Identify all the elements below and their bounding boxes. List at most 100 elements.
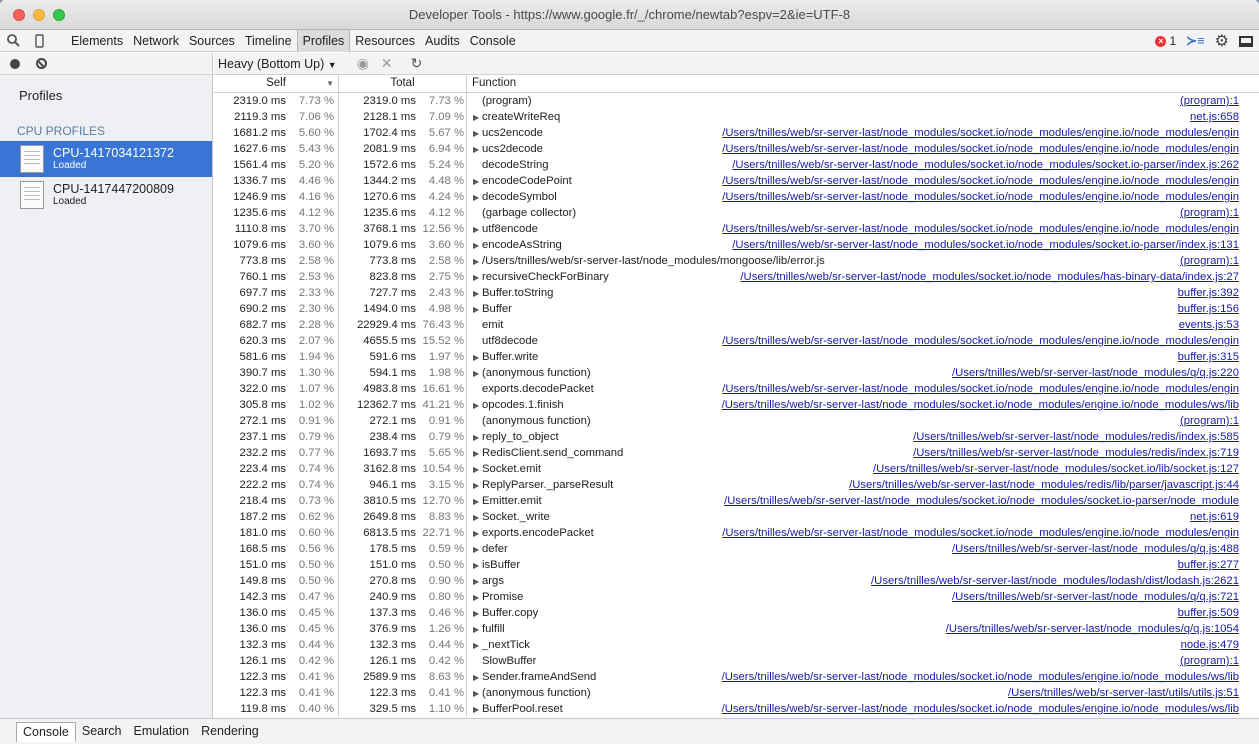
drawer-tab-emulation[interactable]: Emulation [127, 722, 195, 742]
table-row[interactable]: 168.5 ms 0.56 % 178.5 ms 0.59 % ▶ defer/Users… [214, 541, 1259, 557]
console-drawer-icon[interactable]: ≻≡ [1186, 33, 1204, 49]
source-link[interactable]: buffer.js:509 [1178, 605, 1239, 621]
tab-network[interactable]: Network [128, 30, 184, 52]
table-row[interactable]: 232.2 ms 0.77 % 1693.7 ms 5.65 % ▶ RedisClien… [214, 445, 1259, 461]
expand-triangle-icon[interactable]: ▶ [473, 702, 482, 717]
table-row[interactable]: 142.3 ms 0.47 % 240.9 ms 0.80 % ▶ Promise/Use… [214, 589, 1259, 605]
source-link[interactable]: /Users/tnilles/web/sr-server-last/node_m… [873, 461, 1239, 477]
source-link[interactable]: /Users/tnilles/web/sr-server-last/node_m… [722, 525, 1239, 541]
table-row[interactable]: 2119.3 ms 7.06 % 2128.1 ms 7.09 % ▶ createWri… [214, 109, 1259, 125]
table-row[interactable]: 218.4 ms 0.73 % 3810.5 ms 12.70 % ▶ Emitter.e… [214, 493, 1259, 509]
expand-triangle-icon[interactable]: ▶ [473, 670, 482, 685]
source-link[interactable]: /Users/tnilles/web/sr-server-last/node_m… [722, 189, 1239, 205]
expand-triangle-icon[interactable]: ▶ [473, 494, 482, 509]
source-link[interactable]: /Users/tnilles/web/sr-server-last/node_m… [913, 445, 1239, 461]
tab-audits[interactable]: Audits [420, 30, 465, 52]
expand-triangle-icon[interactable]: ▶ [473, 542, 482, 557]
table-row[interactable]: 1079.6 ms 3.60 % 1079.6 ms 3.60 % ▶ encodeAsS… [214, 237, 1259, 253]
table-row[interactable]: 1681.2 ms 5.60 % 1702.4 ms 5.67 % ▶ ucs2encod… [214, 125, 1259, 141]
table-row[interactable]: 126.1 ms 0.42 % 126.1 ms 0.42 % SlowBuffer (p… [214, 653, 1259, 669]
drawer-tab-search[interactable]: Search [76, 722, 128, 742]
table-row[interactable]: 760.1 ms 2.53 % 823.8 ms 2.75 % ▶ recursiveCh… [214, 269, 1259, 285]
expand-triangle-icon[interactable]: ▶ [473, 190, 482, 205]
source-link[interactable]: /Users/tnilles/web/sr-server-last/node_m… [913, 429, 1239, 445]
source-link[interactable]: /Users/tnilles/web/sr-server-last/node_m… [849, 477, 1239, 493]
tab-elements[interactable]: Elements [66, 30, 128, 52]
source-link[interactable]: (program):1 [1180, 205, 1239, 221]
clear-icon[interactable] [36, 58, 47, 69]
expand-triangle-icon[interactable]: ▶ [473, 430, 482, 445]
expand-triangle-icon[interactable]: ▶ [473, 174, 482, 189]
source-link[interactable]: buffer.js:277 [1178, 557, 1239, 573]
source-link[interactable]: (program):1 [1180, 653, 1239, 669]
table-row[interactable]: 132.3 ms 0.44 % 132.3 ms 0.44 % ▶ _nextTick no… [214, 637, 1259, 653]
table-row[interactable]: 187.2 ms 0.62 % 2649.8 ms 8.83 % ▶ Socket._wr… [214, 509, 1259, 525]
drawer-tab-rendering[interactable]: Rendering [195, 722, 265, 742]
table-row[interactable]: 305.8 ms 1.02 % 12362.7 ms 41.21 % ▶ opcodes.… [214, 397, 1259, 413]
source-link[interactable]: /Users/tnilles/web/sr-server-last/node_m… [952, 541, 1239, 557]
source-link[interactable]: node.js:479 [1181, 637, 1239, 653]
table-row[interactable]: 272.1 ms 0.91 % 272.1 ms 0.91 % (anonymous f… [214, 413, 1259, 429]
source-link[interactable]: buffer.js:392 [1178, 285, 1239, 301]
expand-triangle-icon[interactable]: ▶ [473, 590, 482, 605]
table-row[interactable]: 136.0 ms 0.45 % 137.3 ms 0.46 % ▶ Buffer.copy… [214, 605, 1259, 621]
source-link[interactable]: /Users/tnilles/web/sr-server-last/node_m… [722, 701, 1239, 717]
device-mode-icon[interactable] [26, 30, 52, 52]
table-row[interactable]: 682.7 ms 2.28 % 22929.4 ms 76.43 % emit event… [214, 317, 1259, 333]
expand-triangle-icon[interactable]: ▶ [473, 222, 482, 237]
table-row[interactable]: 119.8 ms 0.40 % 329.5 ms 1.10 % ▶ BufferPool.… [214, 701, 1259, 717]
tab-console[interactable]: Console [465, 30, 521, 52]
table-row[interactable]: 1110.8 ms 3.70 % 3768.1 ms 12.56 % ▶ utf8enco… [214, 221, 1259, 237]
expand-triangle-icon[interactable]: ▶ [473, 526, 482, 541]
expand-triangle-icon[interactable]: ▶ [473, 238, 482, 253]
source-link[interactable]: /Users/tnilles/web/sr-server-last/node_m… [722, 125, 1239, 141]
table-row[interactable]: 390.7 ms 1.30 % 594.1 ms 1.98 % ▶ (anonymous … [214, 365, 1259, 381]
source-link[interactable]: net.js:619 [1190, 509, 1239, 525]
expand-triangle-icon[interactable]: ▶ [473, 302, 482, 317]
view-mode-select[interactable]: Heavy (Bottom Up) ▼ [218, 57, 351, 71]
table-row[interactable]: 697.7 ms 2.33 % 727.7 ms 2.43 % ▶ Buffer.toSt… [214, 285, 1259, 301]
minimize-window-button[interactable] [33, 9, 45, 21]
table-row[interactable]: 237.1 ms 0.79 % 238.4 ms 0.79 % ▶ reply_to_ob… [214, 429, 1259, 445]
table-row[interactable]: 149.8 ms 0.50 % 270.8 ms 0.90 % ▶ args/Users/… [214, 573, 1259, 589]
source-link[interactable]: /Users/tnilles/web/sr-server-last/node_m… [952, 589, 1239, 605]
expand-triangle-icon[interactable]: ▶ [473, 558, 482, 573]
source-link[interactable]: (program):1 [1180, 253, 1239, 269]
expand-triangle-icon[interactable]: ▶ [473, 142, 482, 157]
source-link[interactable]: /Users/tnilles/web/sr-server-last/node_m… [946, 621, 1239, 637]
table-row[interactable]: 222.2 ms 0.74 % 946.1 ms 3.15 % ▶ ReplyParser… [214, 477, 1259, 493]
search-icon[interactable] [0, 30, 26, 52]
table-row[interactable]: 1336.7 ms 4.46 % 1344.2 ms 4.48 % ▶ encodeCod… [214, 173, 1259, 189]
expand-triangle-icon[interactable]: ▶ [473, 574, 482, 589]
expand-triangle-icon[interactable]: ▶ [473, 606, 482, 621]
source-link[interactable]: /Users/tnilles/web/sr-server-last/node_m… [722, 173, 1239, 189]
gear-icon[interactable]: ⚙ [1215, 31, 1229, 51]
table-row[interactable]: 581.6 ms 1.94 % 591.6 ms 1.97 % ▶ Buffer.writ… [214, 349, 1259, 365]
source-link[interactable]: /Users/tnilles/web/sr-server-last/node_m… [722, 381, 1239, 397]
reload-icon[interactable]: ↻ [411, 55, 423, 72]
table-row[interactable]: 2319.0 ms 7.73 % 2319.0 ms 7.73 % (program)(… [214, 93, 1259, 109]
source-link[interactable]: /Users/tnilles/web/sr-server-last/node_m… [722, 333, 1239, 349]
source-link[interactable]: net.js:658 [1190, 109, 1239, 125]
record-icon[interactable] [10, 58, 20, 69]
source-link[interactable]: /Users/tnilles/web/sr-server-last/node_m… [740, 269, 1239, 285]
table-row[interactable]: 151.0 ms 0.50 % 151.0 ms 0.50 % ▶ isBuffer buf… [214, 557, 1259, 573]
expand-triangle-icon[interactable]: ▶ [473, 686, 482, 701]
source-link[interactable]: /Users/tnilles/web/sr-server-last/node_m… [722, 221, 1239, 237]
source-link[interactable]: /Users/tnilles/web/sr-server-last/node_m… [871, 573, 1239, 589]
table-row[interactable]: 122.3 ms 0.41 % 2589.9 ms 8.63 % ▶ Sender.fra… [214, 669, 1259, 685]
dock-icon[interactable] [1239, 35, 1253, 47]
expand-triangle-icon[interactable]: ▶ [473, 478, 482, 493]
close-icon[interactable]: ✕ [381, 55, 393, 72]
source-link[interactable]: (program):1 [1180, 93, 1239, 109]
drawer-tab-console[interactable]: Console [16, 721, 76, 742]
table-row[interactable]: 1561.4 ms 5.20 % 1572.6 ms 5.24 % decodeStri… [214, 157, 1259, 173]
self-column-header[interactable]: Self ▼ [214, 75, 339, 92]
source-link[interactable]: /Users/tnilles/web/sr-server-last/node_m… [722, 397, 1239, 413]
error-counter[interactable]: × 1 [1155, 34, 1176, 48]
table-row[interactable]: 181.0 ms 0.60 % 6813.5 ms 22.71 % ▶ exports.e… [214, 525, 1259, 541]
expand-triangle-icon[interactable]: ▶ [473, 398, 482, 413]
expand-triangle-icon[interactable]: ▶ [473, 350, 482, 365]
function-column-header[interactable]: Function [467, 75, 1247, 92]
expand-triangle-icon[interactable]: ▶ [473, 462, 482, 477]
